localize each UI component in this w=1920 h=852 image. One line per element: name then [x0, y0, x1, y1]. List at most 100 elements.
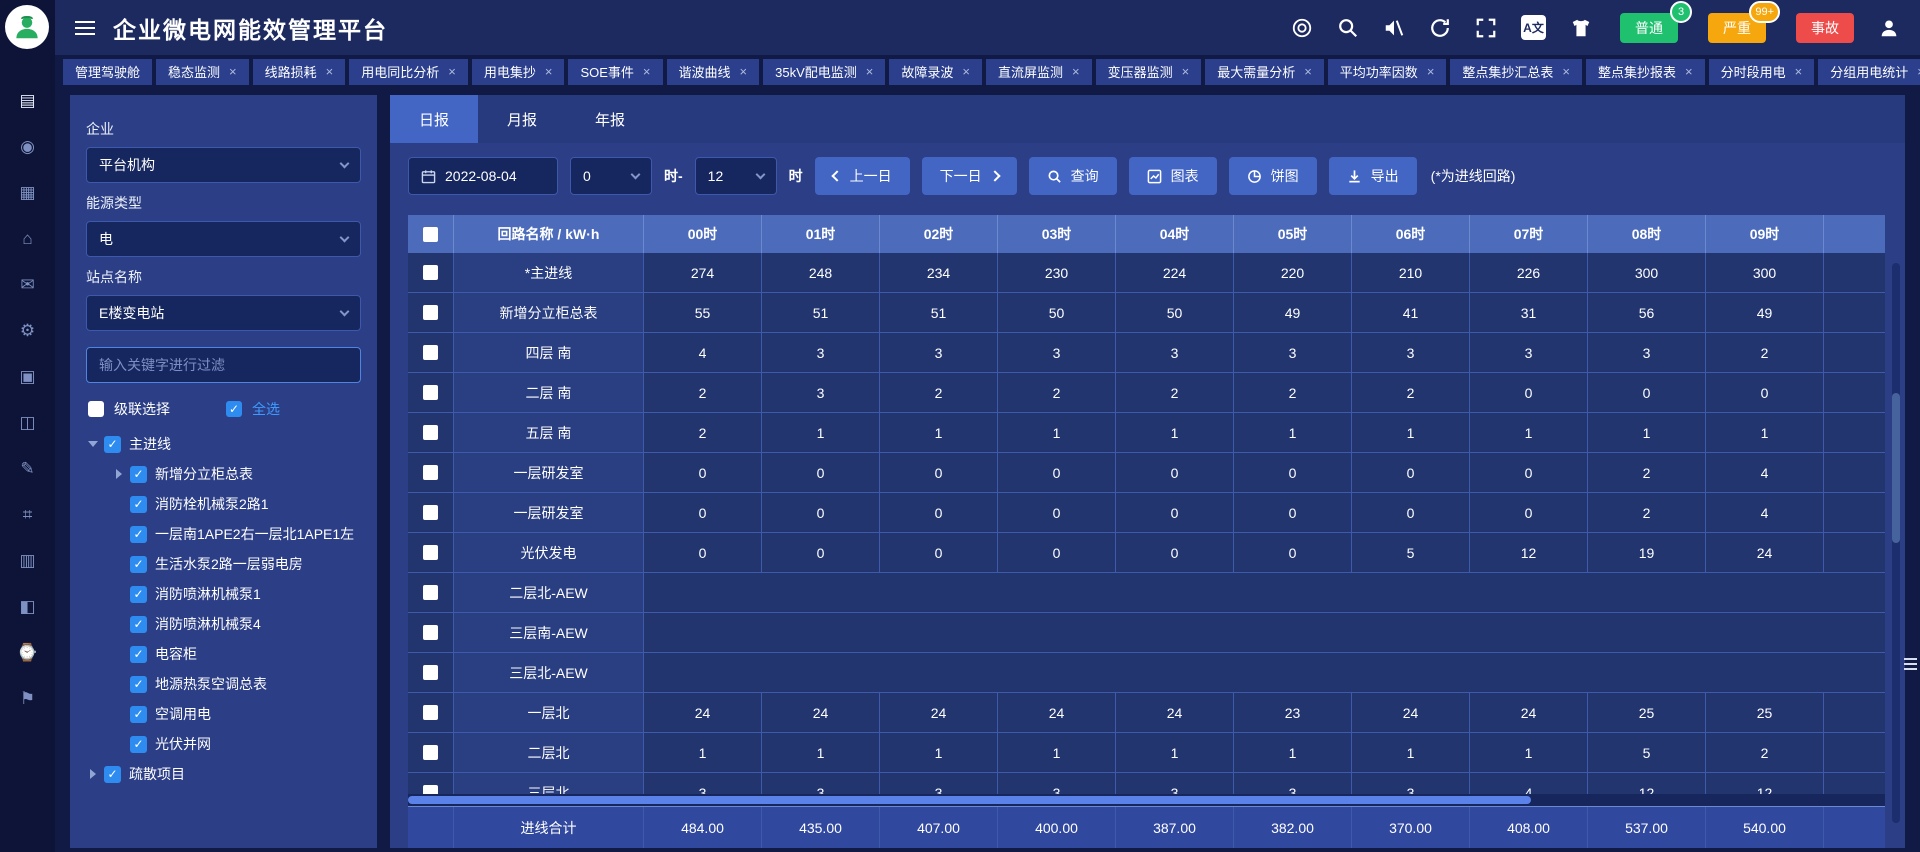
pie-button[interactable]: 饼图 [1229, 157, 1317, 195]
tree-checkbox[interactable]: ✓ [130, 556, 147, 573]
close-icon[interactable]: × [448, 64, 456, 79]
tree-checkbox[interactable]: ✓ [130, 646, 147, 663]
close-icon[interactable]: × [866, 64, 874, 79]
tree-checkbox[interactable]: ✓ [130, 676, 147, 693]
close-icon[interactable]: × [1427, 64, 1435, 79]
search-icon[interactable] [1337, 17, 1359, 39]
row-checkbox[interactable] [423, 705, 438, 720]
tab-分时段用电[interactable]: 分时段用电× [1709, 59, 1815, 85]
panel-icon[interactable]: ▣ [19, 368, 35, 385]
chart-button[interactable]: 图表 [1129, 157, 1217, 195]
row-checkbox[interactable] [423, 505, 438, 520]
tree-checkbox[interactable]: ✓ [130, 466, 147, 483]
tab-谐波曲线[interactable]: 谐波曲线× [667, 59, 760, 85]
close-icon[interactable]: × [643, 64, 651, 79]
filter-select-3[interactable]: E楼变电站 [86, 295, 361, 331]
tab-用电集抄[interactable]: 用电集抄× [472, 59, 565, 85]
close-icon[interactable]: × [962, 64, 970, 79]
filter-select-2[interactable]: 电 [86, 221, 361, 257]
tree-checkbox[interactable]: ✓ [130, 706, 147, 723]
row-checkbox[interactable] [423, 745, 438, 760]
tab-用电同比分析[interactable]: 用电同比分析× [349, 59, 468, 85]
row-checkbox[interactable] [423, 585, 438, 600]
refresh-icon[interactable] [1429, 17, 1451, 39]
flag-icon[interactable]: ⚑ [20, 690, 35, 707]
next-day-button[interactable]: 下一日 [922, 157, 1017, 195]
user-icon[interactable] [1878, 17, 1900, 39]
horizontal-scrollbar-thumb[interactable] [408, 796, 1531, 804]
tree-checkbox[interactable]: ✓ [130, 586, 147, 603]
close-icon[interactable]: × [1562, 64, 1570, 79]
hour-from-select[interactable]: 0 [570, 157, 652, 195]
tree-item[interactable]: ✓一层南1APE2右一层北1APE1左 [86, 519, 361, 549]
report-tab-日报[interactable]: 日报 [390, 95, 478, 143]
tree-caret[interactable] [86, 441, 100, 447]
tab-变压器监测[interactable]: 变压器监测× [1096, 59, 1202, 85]
close-icon[interactable]: × [1072, 64, 1080, 79]
tab-故障录波[interactable]: 故障录波× [889, 59, 982, 85]
tree-item[interactable]: ✓生活水泵2路一层弱电房 [86, 549, 361, 579]
tree-caret[interactable] [112, 469, 126, 479]
tree-checkbox[interactable]: ✓ [130, 496, 147, 513]
tree-checkbox[interactable]: ✓ [104, 766, 121, 783]
row-checkbox[interactable] [423, 545, 438, 560]
tab-整点集抄汇总表[interactable]: 整点集抄汇总表× [1450, 59, 1582, 85]
row-checkbox[interactable] [423, 345, 438, 360]
tree-item[interactable]: ✓消防喷淋机械泵1 [86, 579, 361, 609]
alarm-button-3[interactable]: 事故 [1796, 13, 1854, 43]
tab-稳态监测[interactable]: 稳态监测× [156, 59, 249, 85]
date-picker[interactable]: 2022-08-04 [408, 157, 558, 195]
tab-管理驾驶舱[interactable]: 管理驾驶舱 [63, 59, 152, 85]
tree-checkbox[interactable]: ✓ [130, 526, 147, 543]
close-icon[interactable]: × [229, 64, 237, 79]
tree-item[interactable]: ✓疏散项目 [86, 759, 361, 789]
report-tab-年报[interactable]: 年报 [566, 95, 654, 143]
prev-day-button[interactable]: 上一日 [815, 157, 910, 195]
meter-icon[interactable]: ◫ [19, 414, 35, 431]
alarm-button-2[interactable]: 严重99+ [1708, 13, 1766, 43]
menu-toggle-icon[interactable] [75, 21, 95, 35]
row-checkbox[interactable] [423, 425, 438, 440]
tab-SOE事件[interactable]: SOE事件× [568, 59, 662, 85]
tab-分组用电统计[interactable]: 分组用电统计× [1818, 59, 1920, 85]
row-checkbox[interactable] [423, 665, 438, 680]
close-icon[interactable]: × [1182, 64, 1190, 79]
cascade-checkbox[interactable] [88, 401, 104, 417]
export-button[interactable]: 导出 [1329, 157, 1417, 195]
building-icon[interactable]: ◧ [19, 598, 35, 615]
clock-icon[interactable]: ⌚ [17, 644, 38, 661]
row-checkbox[interactable] [423, 625, 438, 640]
report-tab-月报[interactable]: 月报 [478, 95, 566, 143]
close-icon[interactable]: × [1304, 64, 1312, 79]
vertical-scrollbar-thumb[interactable] [1892, 393, 1900, 543]
tree-item[interactable]: ✓消防栓机械泵2路1 [86, 489, 361, 519]
tree-item[interactable]: ✓新增分立柜总表 [86, 459, 361, 489]
tab-平均功率因数[interactable]: 平均功率因数× [1328, 59, 1447, 85]
theme-icon[interactable] [1570, 17, 1592, 39]
close-icon[interactable]: × [1795, 64, 1803, 79]
tree-item[interactable]: ✓空调用电 [86, 699, 361, 729]
target-icon[interactable] [1291, 17, 1313, 39]
tab-直流屏监测[interactable]: 直流屏监测× [986, 59, 1092, 85]
tree-item[interactable]: ✓光伏并网 [86, 729, 361, 759]
battery-icon[interactable]: ▦ [19, 184, 35, 201]
alarm-button-1[interactable]: 普通3 [1620, 13, 1678, 43]
tree-checkbox[interactable]: ✓ [130, 736, 147, 753]
row-checkbox[interactable] [423, 265, 438, 280]
grid-icon[interactable]: ⌗ [23, 506, 33, 523]
tree-item[interactable]: ✓电容柜 [86, 639, 361, 669]
row-checkbox[interactable] [423, 385, 438, 400]
tree-item[interactable]: ✓地源热泵空调总表 [86, 669, 361, 699]
row-checkbox[interactable] [423, 305, 438, 320]
tree-checkbox[interactable]: ✓ [104, 436, 121, 453]
close-icon[interactable]: × [326, 64, 334, 79]
close-icon[interactable]: × [1685, 64, 1693, 79]
row-checkbox[interactable] [423, 465, 438, 480]
edit-chart-icon[interactable]: ✎ [20, 460, 34, 477]
settings-icon[interactable]: ⚙ [20, 322, 35, 339]
trend-icon[interactable]: ◉ [20, 138, 35, 155]
home-icon[interactable]: ⌂ [22, 230, 32, 247]
close-icon[interactable]: × [545, 64, 553, 79]
select-all-checkbox[interactable]: ✓ [226, 401, 242, 417]
select-all-label[interactable]: 全选 [252, 399, 280, 419]
